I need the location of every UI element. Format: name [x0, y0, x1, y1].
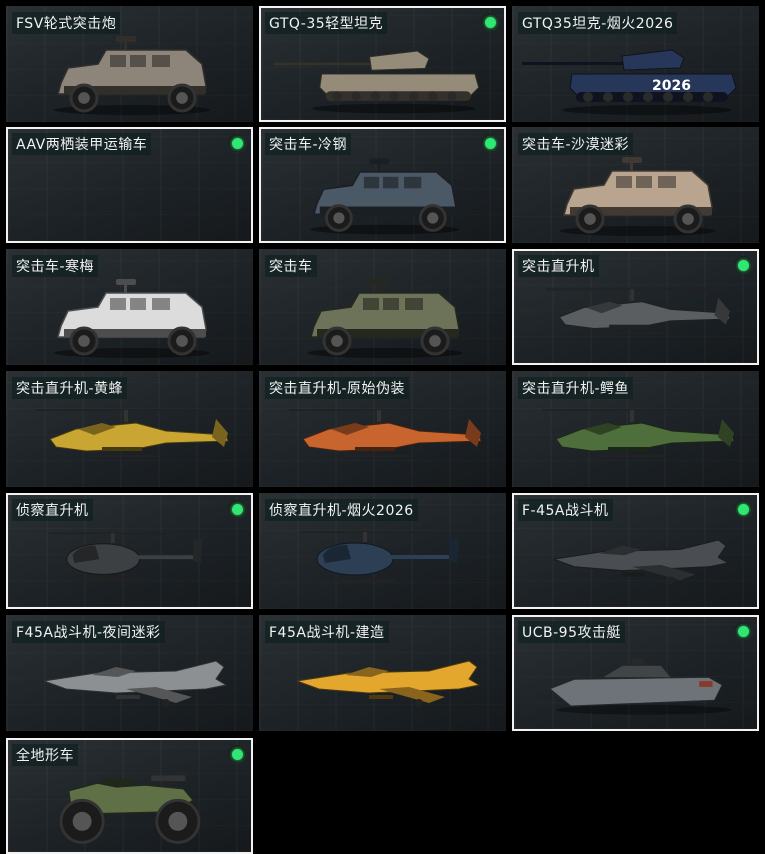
vehicle-image [8, 517, 251, 607]
vehicle-image [8, 151, 251, 241]
vehicle-name: 突击车-沙漠迷彩 [518, 133, 634, 155]
vehicle-card[interactable]: 侦察直升机 [6, 493, 253, 609]
vehicle-card[interactable]: F-45A战斗机 [512, 493, 759, 609]
fighter-jet-icon [296, 660, 481, 707]
owned-indicator-icon [481, 13, 499, 31]
owned-indicator-icon [228, 500, 246, 518]
vehicle-card[interactable]: F45A战斗机-建造 [259, 615, 506, 731]
owned-indicator-icon [734, 622, 752, 640]
vehicle-name: 侦察直升机 [12, 499, 93, 521]
vehicle-name: F45A战斗机-夜间迷彩 [12, 621, 165, 643]
vehicle-card[interactable]: 侦察直升机-烟火2026 [259, 493, 506, 609]
vehicle-image [6, 393, 253, 487]
attack-helicopter-icon [542, 409, 735, 457]
vehicle-name: 突击车-寒梅 [12, 255, 99, 277]
vehicle-name: F-45A战斗机 [518, 499, 613, 521]
vehicle-name: 全地形车 [12, 744, 78, 766]
vehicle-image [514, 639, 757, 729]
vehicle-card[interactable]: 突击车-冷钢 [259, 127, 506, 243]
attack-helicopter-icon [36, 409, 229, 457]
attack-helicopter-icon [289, 409, 482, 457]
vehicle-card[interactable]: 突击直升机-黄蜂 [6, 371, 253, 487]
tank-icon [273, 50, 480, 114]
atv-icon [59, 775, 201, 844]
vehicle-card[interactable]: 突击车-沙漠迷彩 [512, 127, 759, 243]
armored-truck-icon [310, 158, 460, 235]
vehicle-card[interactable]: FSV轮式突击炮 [6, 6, 253, 122]
owned-indicator-icon [481, 134, 499, 152]
scout-helicopter-icon [49, 532, 203, 582]
tank-icon: 2026 [522, 49, 737, 115]
vehicle-name: 侦察直升机-烟火2026 [265, 499, 418, 521]
vehicle-image [259, 637, 506, 731]
attack-boat-icon [548, 658, 732, 715]
vehicle-image [259, 515, 506, 609]
vehicle-image [8, 762, 251, 852]
vehicle-image [261, 151, 504, 241]
vehicle-name: 突击直升机-鳄鱼 [518, 377, 634, 399]
svg-text:2026: 2026 [652, 78, 691, 94]
vehicle-image [6, 28, 253, 122]
vehicle-card[interactable]: 突击直升机-原始伪装 [259, 371, 506, 487]
fighter-jet-icon [43, 660, 228, 707]
vehicle-image [512, 393, 759, 487]
owned-indicator-icon [734, 256, 752, 274]
vehicle-image [6, 271, 253, 365]
armored-truck-icon [307, 279, 463, 358]
vehicle-name: 突击车 [265, 255, 317, 277]
vehicle-name: F45A战斗机-建造 [265, 621, 389, 643]
vehicle-card[interactable]: 全地形车 [6, 738, 253, 854]
vehicle-card[interactable]: UCB-95攻击艇 [512, 615, 759, 731]
vehicle-image [259, 271, 506, 365]
vehicle-name: AAV两栖装甲运输车 [12, 133, 152, 155]
scout-helicopter-icon [299, 531, 459, 582]
vehicle-card[interactable]: GTQ35坦克-烟火2026 2026 [512, 6, 759, 122]
vehicle-name: 突击直升机-原始伪装 [265, 377, 410, 399]
vehicle-name: FSV轮式突击炮 [12, 12, 121, 34]
armored-truck-icon [54, 279, 210, 358]
vehicle-image [514, 517, 757, 607]
fighter-jet-icon [553, 539, 730, 585]
vehicle-image [261, 30, 504, 120]
vehicle-image [6, 637, 253, 731]
vehicle-name: GTQ35坦克-烟火2026 [518, 12, 678, 34]
vehicle-name: 突击直升机-黄蜂 [12, 377, 128, 399]
vehicle-image [259, 393, 506, 487]
vehicle-name: GTQ-35轻型坦克 [265, 12, 388, 34]
vehicle-grid: FSV轮式突击炮 GTQ-35轻型坦克 GTQ35坦克-烟火2026 2026 … [0, 0, 765, 854]
vehicle-name: 突击车-冷钢 [265, 133, 352, 155]
vehicle-name: 突击直升机 [518, 255, 599, 277]
owned-indicator-icon [228, 134, 246, 152]
vehicle-card[interactable]: 突击直升机 [512, 249, 759, 365]
owned-indicator-icon [228, 745, 246, 763]
vehicle-card[interactable]: 突击直升机-鳄鱼 [512, 371, 759, 487]
armored-truck-icon [560, 157, 716, 236]
vehicle-card[interactable]: AAV两栖装甲运输车 [6, 127, 253, 243]
vehicle-image: 2026 [512, 28, 759, 122]
vehicle-card[interactable]: 突击车-寒梅 [6, 249, 253, 365]
vehicle-card[interactable]: F45A战斗机-夜间迷彩 [6, 615, 253, 731]
vehicle-card[interactable]: 突击车 [259, 249, 506, 365]
armored-truck-icon [54, 36, 210, 115]
vehicle-name: UCB-95攻击艇 [518, 621, 625, 643]
vehicle-card[interactable]: GTQ-35轻型坦克 [259, 6, 506, 122]
owned-indicator-icon [734, 500, 752, 518]
vehicle-image [514, 273, 757, 363]
attack-helicopter-icon [545, 288, 731, 335]
vehicle-image [512, 149, 759, 243]
